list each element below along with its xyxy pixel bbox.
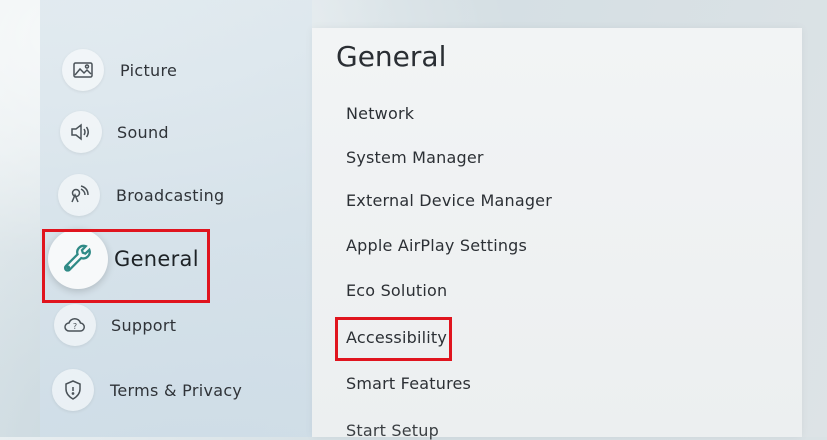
speaker-icon	[60, 111, 102, 153]
menu-item-support[interactable]: ? Support	[40, 297, 312, 353]
menu-item-picture[interactable]: Picture	[40, 42, 312, 98]
broadcast-icon	[58, 174, 100, 216]
menu-option-system-manager[interactable]: System Manager	[346, 148, 484, 167]
menu-item-broadcasting[interactable]: Broadcasting	[40, 167, 312, 223]
picture-icon	[62, 49, 104, 91]
settings-menu: Picture Sound Broadcasting General ? Sup…	[40, 0, 312, 437]
accessibility-highlight-box	[335, 317, 452, 361]
panel-title: General	[336, 40, 447, 73]
menu-label-broadcasting: Broadcasting	[116, 185, 225, 205]
general-highlight-box	[42, 229, 210, 303]
menu-label-support: Support	[111, 315, 177, 335]
menu-label-picture: Picture	[120, 60, 178, 80]
menu-option-external-device-manager[interactable]: External Device Manager	[346, 191, 552, 210]
menu-option-start-setup[interactable]: Start Setup	[346, 421, 439, 440]
menu-item-terms-privacy[interactable]: Terms & Privacy	[40, 362, 312, 418]
menu-label-sound: Sound	[117, 122, 169, 142]
menu-option-eco-solution[interactable]: Eco Solution	[346, 281, 447, 300]
support-cloud-icon: ?	[54, 304, 96, 346]
general-panel: General Network System Manager External …	[312, 28, 802, 440]
menu-option-smart-features[interactable]: Smart Features	[346, 374, 471, 393]
menu-option-apple-airplay-settings[interactable]: Apple AirPlay Settings	[346, 236, 527, 255]
svg-text:?: ?	[73, 322, 77, 331]
menu-label-terms-privacy: Terms & Privacy	[110, 380, 243, 400]
menu-option-network[interactable]: Network	[346, 104, 414, 123]
shield-icon	[52, 369, 94, 411]
menu-item-sound[interactable]: Sound	[40, 104, 312, 160]
